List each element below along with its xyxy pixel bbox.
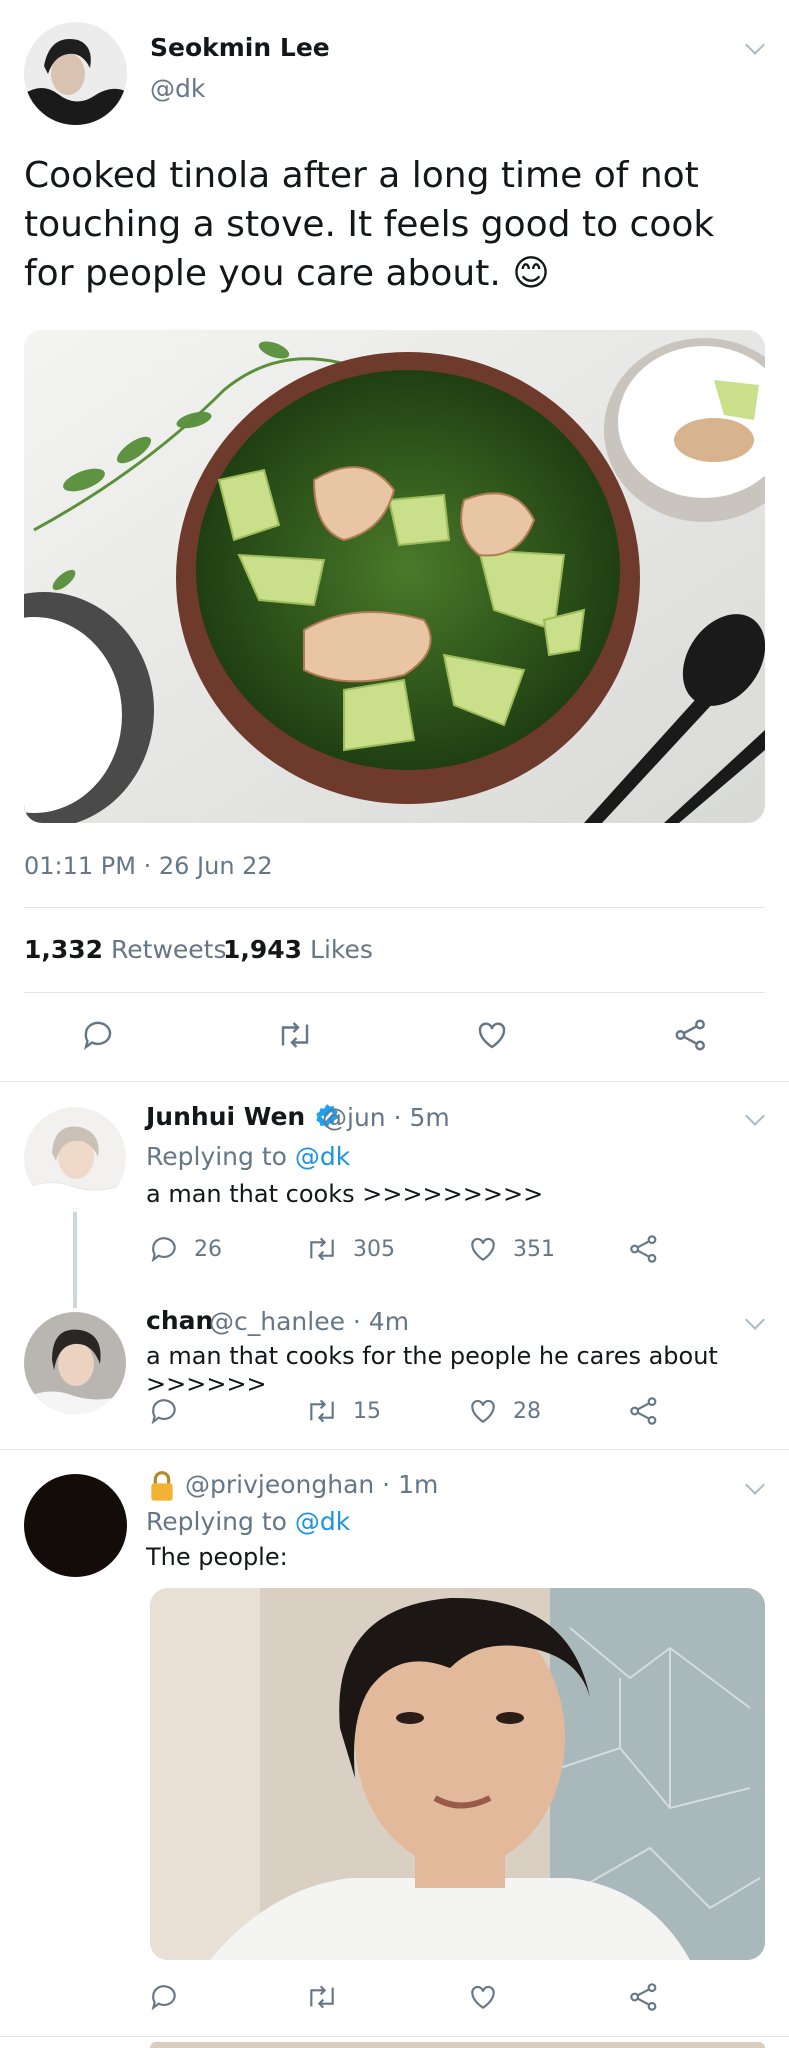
retweets-count: 1,332 xyxy=(24,935,104,964)
share-icon[interactable] xyxy=(672,1017,710,1053)
retweets-stat[interactable]: 1,332 Retweets xyxy=(24,935,227,964)
like-icon[interactable] xyxy=(466,1395,500,1427)
retweet-count: 305 xyxy=(353,1237,395,1262)
replying-prefix: Replying to xyxy=(146,1142,287,1171)
author-avatar[interactable] xyxy=(24,22,127,125)
lock-icon xyxy=(148,1470,176,1506)
reply-photo[interactable] xyxy=(150,1588,765,1960)
retweet-icon[interactable] xyxy=(304,1395,340,1427)
share-icon[interactable] xyxy=(627,1233,661,1265)
replying-to-link[interactable]: @dk xyxy=(295,1142,350,1171)
retweet-icon[interactable] xyxy=(304,1981,340,2013)
share-icon[interactable] xyxy=(627,1981,661,2013)
reply-icon[interactable] xyxy=(148,1233,180,1265)
replying-to: Replying to @dk xyxy=(146,1507,350,1536)
like-icon[interactable] xyxy=(473,1017,511,1053)
like-icon[interactable] xyxy=(466,1233,500,1265)
author-handle[interactable]: @dk xyxy=(150,74,205,103)
divider xyxy=(24,907,765,908)
tweet-photo[interactable] xyxy=(24,330,765,823)
reply-text: a man that cooks for the people he cares… xyxy=(146,1342,718,1398)
reply-author-name[interactable]: chan xyxy=(146,1306,213,1335)
chevron-down-icon[interactable] xyxy=(745,1310,765,1330)
next-tweet-preview xyxy=(150,2042,765,2048)
retweet-count: 15 xyxy=(353,1399,381,1424)
reply-text: The people: xyxy=(146,1543,288,1571)
reply-count: 26 xyxy=(194,1237,222,1262)
divider xyxy=(0,1081,789,1082)
reply-avatar[interactable] xyxy=(24,1474,127,1577)
reply-author-name-text: Junhui Wen xyxy=(146,1102,306,1131)
divider xyxy=(24,992,765,993)
chevron-down-icon[interactable] xyxy=(745,35,765,55)
author-name[interactable]: Seokmin Lee xyxy=(150,33,330,62)
reply-icon[interactable] xyxy=(148,1395,180,1427)
replying-to: Replying to @dk xyxy=(146,1142,350,1171)
replying-to-link[interactable]: @dk xyxy=(295,1507,350,1536)
tweet-timestamp[interactable]: 01:11 PM · 26 Jun 22 xyxy=(24,852,273,880)
chevron-down-icon[interactable] xyxy=(745,1106,765,1126)
retweets-label: Retweets xyxy=(111,935,227,964)
like-icon[interactable] xyxy=(466,1981,500,2013)
likes-label: Likes xyxy=(310,935,373,964)
divider xyxy=(0,1449,789,1450)
reply-author-name[interactable]: Junhui Wen xyxy=(146,1102,340,1131)
like-count: 28 xyxy=(513,1399,541,1424)
divider xyxy=(0,2036,789,2037)
retweet-icon[interactable] xyxy=(304,1233,340,1265)
reply-handle-time[interactable]: @jun · 5m xyxy=(322,1103,450,1132)
reply-handle-time[interactable]: @privjeonghan · 1m xyxy=(185,1470,438,1499)
reply-avatar[interactable] xyxy=(24,1107,126,1209)
reply-handle-time[interactable]: @c_hanlee · 4m xyxy=(209,1307,409,1336)
reply-icon[interactable] xyxy=(148,1981,180,2013)
tweet-text: Cooked tinola after a long time of not t… xyxy=(24,155,715,294)
like-count: 351 xyxy=(513,1237,555,1262)
reply-avatar[interactable] xyxy=(24,1312,126,1414)
reply-text: a man that cooks >>>>>>>>> xyxy=(146,1180,544,1208)
reply-icon[interactable] xyxy=(80,1017,116,1053)
likes-stat[interactable]: 1,943 Likes xyxy=(223,935,373,964)
share-icon[interactable] xyxy=(627,1395,661,1427)
chevron-down-icon[interactable] xyxy=(745,1475,765,1495)
retweet-icon[interactable] xyxy=(275,1017,315,1053)
likes-count: 1,943 xyxy=(223,935,303,964)
replying-prefix: Replying to xyxy=(146,1507,287,1536)
thread-line xyxy=(73,1212,77,1308)
